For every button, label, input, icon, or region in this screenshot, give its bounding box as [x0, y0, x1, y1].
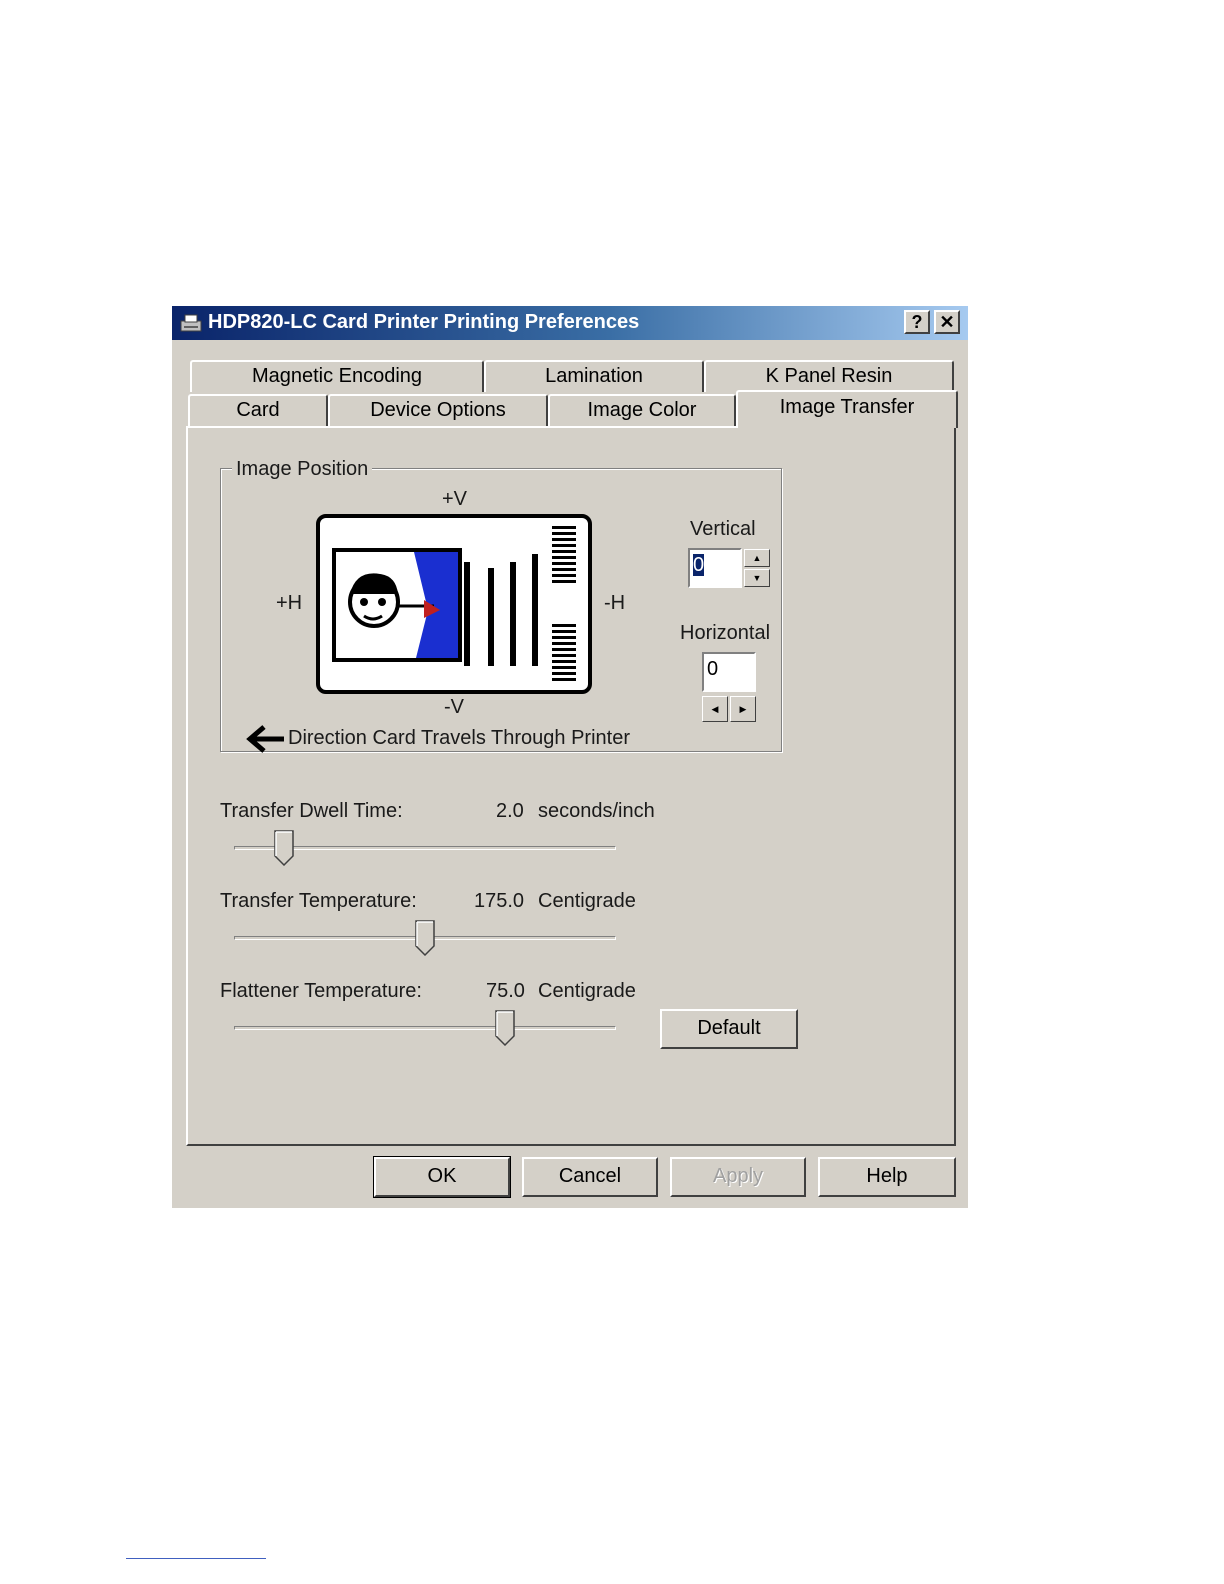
printer-icon [180, 314, 202, 332]
flattener-temp-slider-thumb[interactable] [495, 1010, 515, 1046]
dwell-time-slider-thumb[interactable] [273, 830, 294, 866]
horizontal-label: Horizontal [680, 622, 771, 644]
title-bar[interactable]: HDP820-LC Card Printer Printing Preferen… [172, 306, 968, 340]
flattener-temp-label: Flattener Temperature: [220, 980, 422, 1002]
plus-h-label: +H [276, 592, 303, 614]
tab-k-panel-resin[interactable]: K Panel Resin [704, 360, 954, 392]
help-question-button[interactable]: ? [904, 310, 930, 334]
vertical-down-button[interactable]: ▼ [744, 569, 770, 587]
transfer-temp-value: 175.0 [474, 890, 525, 912]
help-button[interactable]: Help [818, 1157, 956, 1197]
horizontal-left-button[interactable]: ◀ [702, 696, 728, 722]
tab-lamination[interactable]: Lamination [484, 360, 704, 392]
tab-image-transfer[interactable]: Image Transfer [736, 390, 958, 428]
tab-device-options[interactable]: Device Options [328, 394, 548, 426]
flattener-temp-track [234, 1026, 616, 1030]
flattener-temp-unit: Centigrade [538, 980, 636, 1002]
direction-text: Direction Card Travels Through Printer [288, 727, 630, 749]
default-button[interactable]: Default [660, 1009, 798, 1049]
dwell-time-value: 2.0 [496, 800, 524, 822]
tab-image-color[interactable]: Image Color [548, 394, 736, 426]
horizontal-input[interactable]: 0 [702, 652, 756, 692]
apply-button[interactable]: Apply [670, 1157, 806, 1197]
vertical-label: Vertical [690, 518, 756, 540]
tab-magnetic-encoding[interactable]: Magnetic Encoding [190, 360, 484, 392]
plus-v-label: +V [442, 488, 468, 510]
vertical-up-button[interactable]: ▲ [744, 549, 770, 567]
image-position-label: Image Position [232, 458, 373, 481]
vertical-value: 0 [693, 554, 705, 576]
preferences-dialog: HDP820-LC Card Printer Printing Preferen… [172, 306, 968, 1208]
transfer-temp-label: Transfer Temperature: [220, 890, 417, 912]
dwell-time-label: Transfer Dwell Time: [220, 800, 403, 822]
minus-v-label: -V [444, 696, 464, 718]
flattener-temp-value: 75.0 [486, 980, 525, 1002]
ok-button[interactable]: OK [373, 1156, 511, 1198]
dwell-time-unit: seconds/inch [538, 800, 655, 822]
close-button[interactable]: ✕ [934, 310, 960, 334]
transfer-temp-slider-thumb[interactable] [415, 920, 435, 956]
minus-h-label: -H [604, 592, 626, 614]
vertical-input[interactable]: 0 [688, 548, 742, 588]
footnote-rule [126, 1558, 266, 1559]
cancel-button[interactable]: Cancel [522, 1157, 658, 1197]
window-title: HDP820-LC Card Printer Printing Preferen… [208, 311, 640, 333]
tab-card[interactable]: Card [188, 394, 328, 426]
horizontal-right-button[interactable]: ▶ [730, 696, 756, 722]
left-arrow-icon [246, 725, 284, 753]
card-illustration [316, 514, 592, 694]
transfer-temp-unit: Centigrade [538, 890, 636, 912]
